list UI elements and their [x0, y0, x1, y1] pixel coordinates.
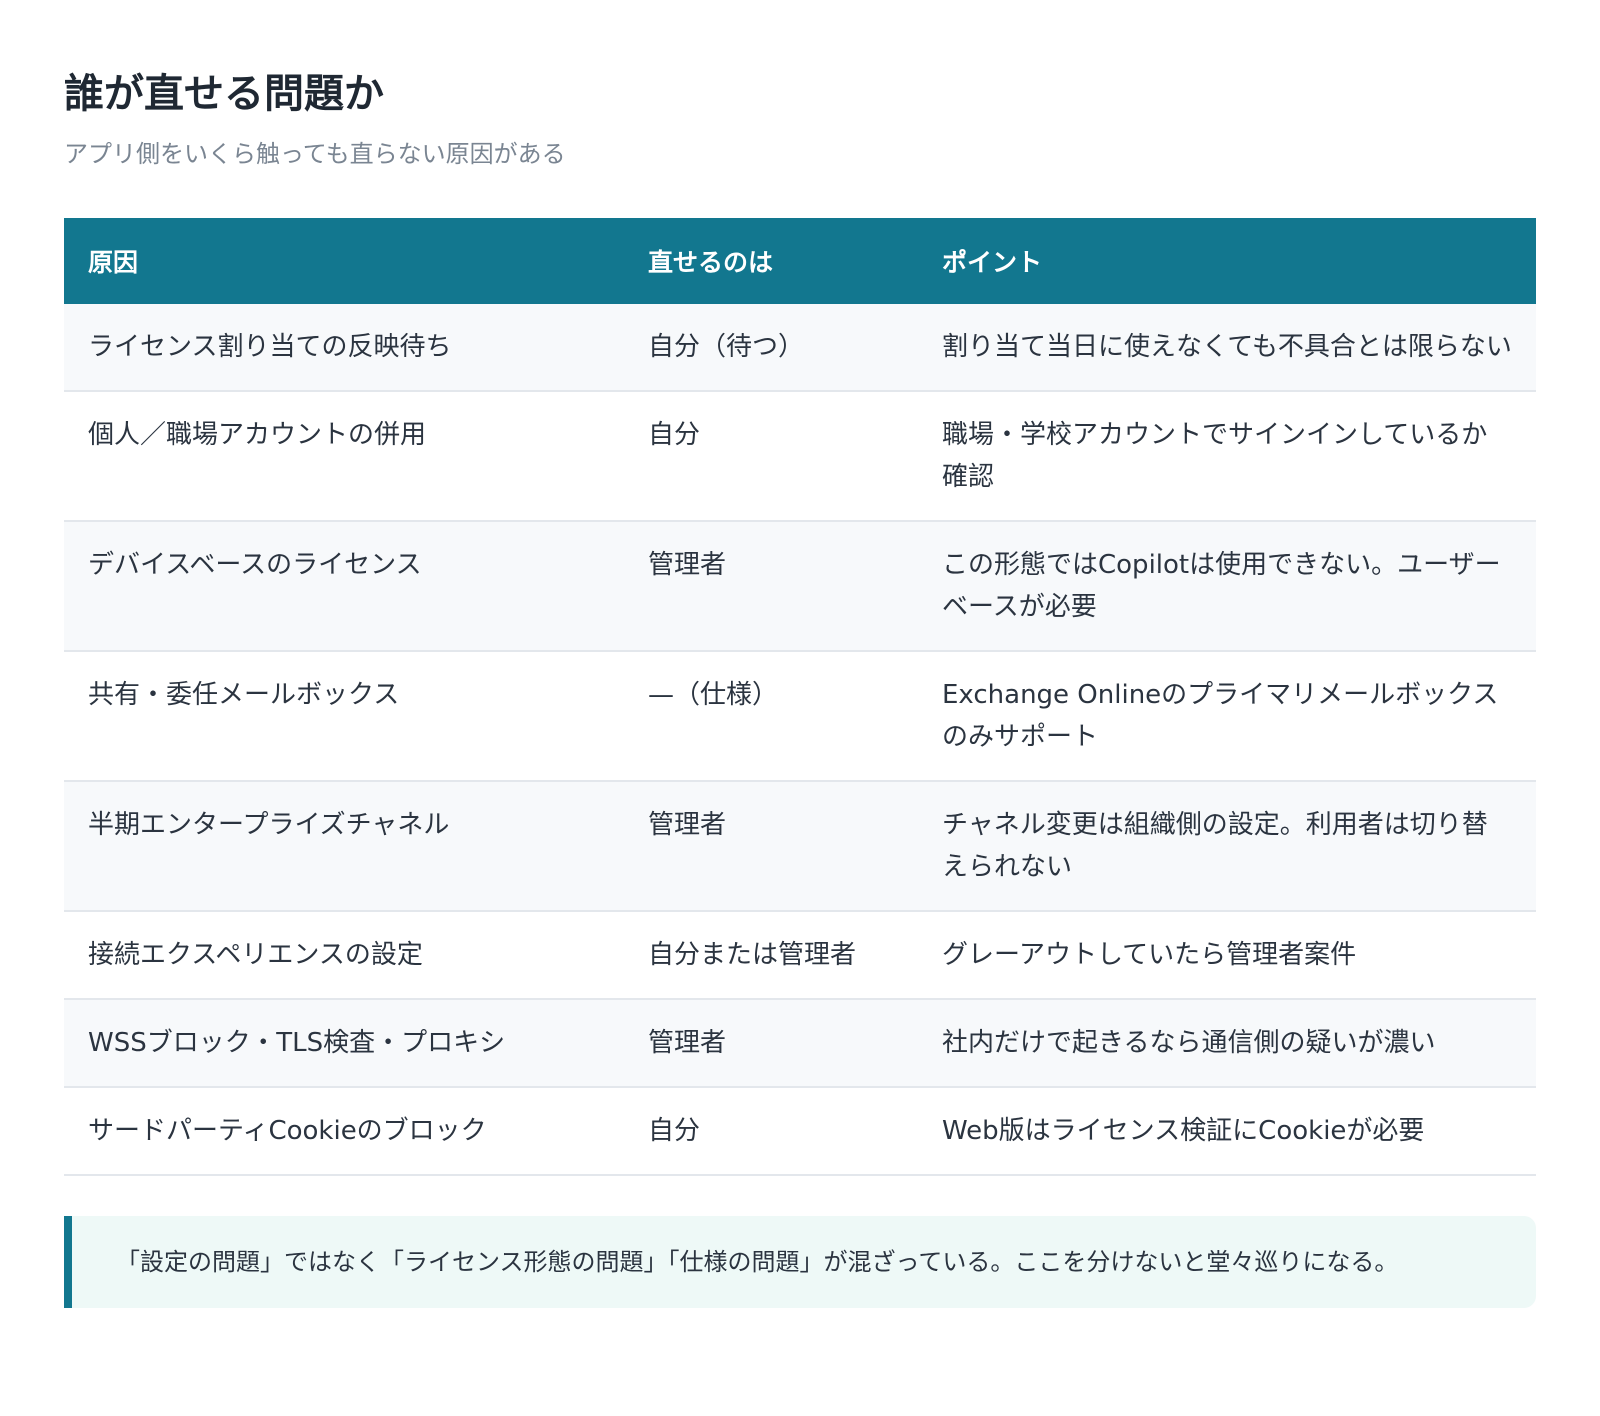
cell-point: 職場・学校アカウントでサインインしているか確認 — [918, 391, 1536, 522]
table-row: 個人／職場アカウントの併用 自分 職場・学校アカウントでサインインしているか確認 — [64, 391, 1536, 522]
table-row: WSSブロック・TLS検査・プロキシ 管理者 社内だけで起きるなら通信側の疑いが… — [64, 999, 1536, 1088]
cell-fixer: 管理者 — [624, 781, 918, 912]
column-header-point: ポイント — [918, 218, 1536, 304]
table-row: サードパーティCookieのブロック 自分 Web版はライセンス検証にCooki… — [64, 1087, 1536, 1176]
page: 誰が直せる問題か アプリ側をいくら触っても直らない原因がある 原因 直せるのは … — [0, 0, 1600, 1308]
cell-point: 社内だけで起きるなら通信側の疑いが濃い — [918, 999, 1536, 1088]
cell-cause: 個人／職場アカウントの併用 — [64, 391, 624, 522]
cell-fixer: 自分 — [624, 391, 918, 522]
cell-cause: 共有・委任メールボックス — [64, 651, 624, 782]
cell-fixer: 自分 — [624, 1087, 918, 1176]
table-body: ライセンス割り当ての反映待ち 自分（待つ） 割り当て当日に使えなくても不具合とは… — [64, 304, 1536, 1176]
column-header-fixer: 直せるのは — [624, 218, 918, 304]
cell-cause: ライセンス割り当ての反映待ち — [64, 304, 624, 392]
cell-fixer: 管理者 — [624, 521, 918, 652]
table-row: ライセンス割り当ての反映待ち 自分（待つ） 割り当て当日に使えなくても不具合とは… — [64, 304, 1536, 392]
cell-fixer: 自分（待つ） — [624, 304, 918, 392]
cell-cause: サードパーティCookieのブロック — [64, 1087, 624, 1176]
cell-point: Exchange Onlineのプライマリメールボックスのみサポート — [918, 651, 1536, 782]
table-row: 共有・委任メールボックス —（仕様） Exchange Onlineのプライマリ… — [64, 651, 1536, 782]
cell-cause: デバイスベースのライセンス — [64, 521, 624, 652]
cell-cause: 接続エクスペリエンスの設定 — [64, 911, 624, 1000]
table-row: 接続エクスペリエンスの設定 自分または管理者 グレーアウトしていたら管理者案件 — [64, 911, 1536, 1000]
table-row: 半期エンタープライズチャネル 管理者 チャネル変更は組織側の設定。利用者は切り替… — [64, 781, 1536, 912]
cell-fixer: 自分または管理者 — [624, 911, 918, 1000]
header-row: 原因 直せるのは ポイント — [64, 218, 1536, 304]
page-title: 誰が直せる問題か — [64, 71, 384, 117]
table-row: デバイスベースのライセンス 管理者 この形態ではCopilotは使用できない。ユ… — [64, 521, 1536, 652]
callout-note: 「設定の問題」ではなく「ライセンス形態の問題」「仕様の問題」が混ざっている。ここ… — [64, 1216, 1536, 1308]
callout-note-text: 「設定の問題」ではなく「ライセンス形態の問題」「仕様の問題」が混ざっている。ここ… — [116, 1248, 1399, 1276]
cell-fixer: —（仕様） — [624, 651, 918, 782]
page-subtitle: アプリ側をいくら触っても直らない原因がある — [64, 140, 566, 168]
causes-table: 原因 直せるのは ポイント ライセンス割り当ての反映待ち 自分（待つ） 割り当て… — [64, 218, 1536, 1176]
cell-point: 割り当て当日に使えなくても不具合とは限らない — [918, 304, 1536, 392]
cell-point: チャネル変更は組織側の設定。利用者は切り替えられない — [918, 781, 1536, 912]
cell-cause: WSSブロック・TLS検査・プロキシ — [64, 999, 624, 1088]
cell-fixer: 管理者 — [624, 999, 918, 1088]
cell-point: Web版はライセンス検証にCookieが必要 — [918, 1087, 1536, 1176]
cell-point: この形態ではCopilotは使用できない。ユーザーベースが必要 — [918, 521, 1536, 652]
column-header-cause: 原因 — [64, 218, 624, 304]
cell-cause: 半期エンタープライズチャネル — [64, 781, 624, 912]
table-header: 原因 直せるのは ポイント — [64, 218, 1536, 304]
cell-point: グレーアウトしていたら管理者案件 — [918, 911, 1536, 1000]
